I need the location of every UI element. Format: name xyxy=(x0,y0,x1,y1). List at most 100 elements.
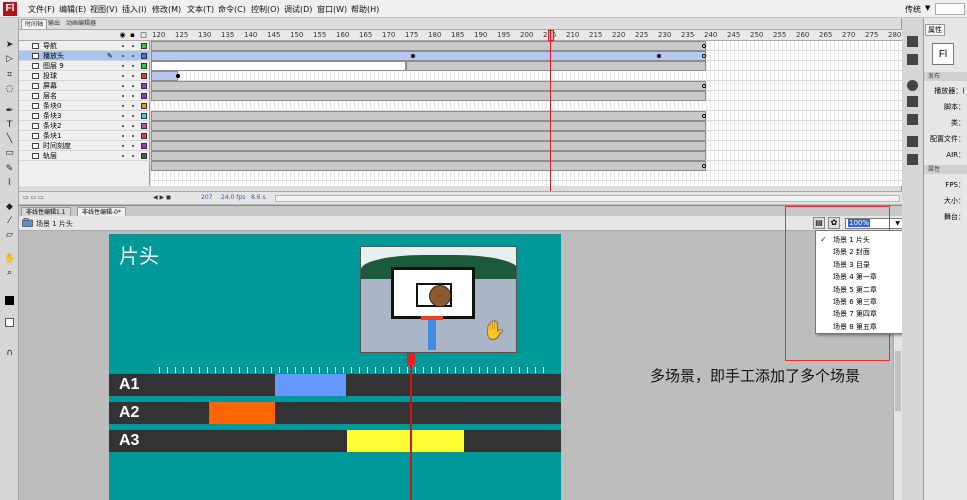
lock-dot[interactable] xyxy=(132,75,134,77)
menu-help[interactable]: 帮助(H) xyxy=(351,4,379,15)
menu-window[interactable]: 窗口(W) xyxy=(317,4,347,15)
layer-row[interactable]: 时间刻度 xyxy=(19,141,150,151)
lock-dot[interactable] xyxy=(132,85,134,87)
frame-span[interactable] xyxy=(151,141,706,151)
fill-color-swatch[interactable] xyxy=(5,318,14,327)
chevron-down-icon[interactable]: ▼ xyxy=(895,219,900,228)
section-properties[interactable]: 属性 xyxy=(924,165,967,174)
layer-row[interactable]: 条块1 xyxy=(19,131,150,141)
layer-color-swatch[interactable] xyxy=(141,73,147,79)
pen-icon[interactable]: ✒ xyxy=(4,106,15,117)
arrow-icon[interactable]: ➤ xyxy=(4,40,15,51)
layer-color-swatch[interactable] xyxy=(141,63,147,69)
visibility-dot[interactable] xyxy=(122,65,124,67)
layer-name[interactable]: 条块3 xyxy=(43,111,61,121)
keyframe[interactable] xyxy=(702,44,706,48)
layer-row[interactable]: 条块2 xyxy=(19,121,150,131)
outline-icon[interactable]: □ xyxy=(140,32,147,39)
layer-name[interactable]: 时间刻度 xyxy=(43,141,71,151)
stage[interactable]: 片头 ✋ A1 A2 A3 xyxy=(109,234,561,500)
tab-timeline[interactable]: 时间轴 xyxy=(21,19,48,29)
layer-name[interactable]: 条块1 xyxy=(43,131,61,141)
layer-color-swatch[interactable] xyxy=(141,43,147,49)
tab-motion-editor[interactable]: 动画编辑器 xyxy=(63,19,99,29)
text-icon[interactable]: T xyxy=(4,120,15,131)
layer-color-swatch[interactable] xyxy=(141,153,147,159)
menu-edit[interactable]: 编辑(E) xyxy=(59,4,86,15)
scrollbar-thumb[interactable] xyxy=(895,351,901,411)
layer-name[interactable]: 条块0 xyxy=(43,101,61,111)
scene-option[interactable]: 场景 3 目录 xyxy=(816,259,905,271)
menu-view[interactable]: 视图(V) xyxy=(90,4,118,15)
layer-color-swatch[interactable] xyxy=(141,143,147,149)
rect-icon[interactable]: ▭ xyxy=(4,148,15,159)
lock-dot[interactable] xyxy=(132,135,134,137)
layer-row[interactable]: 导航 xyxy=(19,41,150,51)
lasso-icon[interactable]: ◌ xyxy=(4,84,15,95)
visibility-dot[interactable] xyxy=(122,105,124,107)
frame-span[interactable] xyxy=(151,61,406,71)
frame-ruler[interactable]: ◉ ▪ □ 120 125 130 135 140 145 150 155 160 165 170 1… xyxy=(19,29,902,41)
frame-span[interactable] xyxy=(151,151,706,161)
menu-debug[interactable]: 调试(D) xyxy=(284,4,312,15)
layer-row[interactable]: 播放头 ✎ xyxy=(19,51,150,61)
scene-option[interactable]: 场景 5 第二章 xyxy=(816,284,905,296)
tab-properties[interactable]: 属性 xyxy=(925,24,945,36)
brush-icon[interactable]: ⌇ xyxy=(4,178,15,189)
hand-icon[interactable]: ✋ xyxy=(4,254,15,265)
menu-text[interactable]: 文本(T) xyxy=(187,4,214,15)
eraser-icon[interactable]: ▱ xyxy=(4,230,15,241)
help-search-input[interactable] xyxy=(935,3,965,15)
scene-option[interactable]: 场景 8 第五章 xyxy=(816,321,905,333)
scene-option[interactable]: 场景 4 第一章 xyxy=(816,271,905,283)
transform-icon[interactable] xyxy=(907,114,918,125)
layer-row[interactable]: 条块0 xyxy=(19,101,150,111)
tab-output[interactable]: 输出 xyxy=(45,19,63,29)
frame-span[interactable] xyxy=(151,41,706,51)
color-icon[interactable] xyxy=(907,36,918,47)
scene-option[interactable]: 场景 7 第四章 xyxy=(816,308,905,320)
eye-icon[interactable]: ◉ xyxy=(119,32,126,39)
menu-file[interactable]: 文件(F) xyxy=(28,4,55,15)
visibility-dot[interactable] xyxy=(122,45,124,47)
bucket-icon[interactable]: ◆ xyxy=(4,202,15,213)
layer-name[interactable]: 播放头 xyxy=(43,51,64,61)
menu-modify[interactable]: 修改(M) xyxy=(152,4,181,15)
layer-row[interactable]: 条块3 xyxy=(19,111,150,121)
swatches-icon[interactable] xyxy=(907,54,918,65)
frame-span[interactable] xyxy=(151,121,706,131)
lock-dot[interactable] xyxy=(132,65,134,67)
layer-color-swatch[interactable] xyxy=(141,113,147,119)
menu-control[interactable]: 控制(O) xyxy=(251,4,280,15)
keyframe[interactable] xyxy=(176,74,180,78)
visibility-dot[interactable] xyxy=(122,75,124,77)
visibility-dot[interactable] xyxy=(122,125,124,127)
layer-name[interactable]: 屏幕 xyxy=(43,81,57,91)
frame-rate[interactable]: 24.0 fps xyxy=(221,194,245,201)
keyframe[interactable] xyxy=(702,84,706,88)
scene-option[interactable]: 场景 6 第三章 xyxy=(816,296,905,308)
zoom-icon[interactable]: ⌕ xyxy=(4,268,15,279)
new-layer-icon[interactable]: ▭ ▭ ▭ xyxy=(23,194,44,201)
keyframe[interactable] xyxy=(411,54,415,58)
scene-option[interactable]: ✓ 场景 1 片头 xyxy=(816,234,905,246)
frame-span[interactable] xyxy=(151,161,706,171)
layer-color-swatch[interactable] xyxy=(141,83,147,89)
keyframe[interactable] xyxy=(702,114,706,118)
breadcrumb[interactable]: 场景 1 片头 xyxy=(36,219,73,229)
layer-row[interactable]: 轨层 xyxy=(19,151,150,161)
layer-name[interactable]: 投球 xyxy=(43,71,57,81)
scene-option[interactable]: 场景 2 封面 xyxy=(816,246,905,258)
lock-dot[interactable] xyxy=(132,95,134,97)
layer-color-swatch[interactable] xyxy=(141,53,147,59)
frame-span[interactable] xyxy=(151,51,706,61)
library-icon[interactable] xyxy=(907,136,918,147)
snap-icon[interactable]: ∩ xyxy=(4,348,15,359)
frame-span[interactable] xyxy=(151,71,178,81)
line-icon[interactable]: ╲ xyxy=(4,134,15,145)
menu-insert[interactable]: 插入(I) xyxy=(122,4,147,15)
visibility-dot[interactable] xyxy=(122,55,124,57)
chevron-down-icon[interactable]: ▼ xyxy=(925,4,930,12)
layer-row[interactable]: 屏幕 xyxy=(19,81,150,91)
section-publish[interactable]: 发布 xyxy=(924,72,967,81)
